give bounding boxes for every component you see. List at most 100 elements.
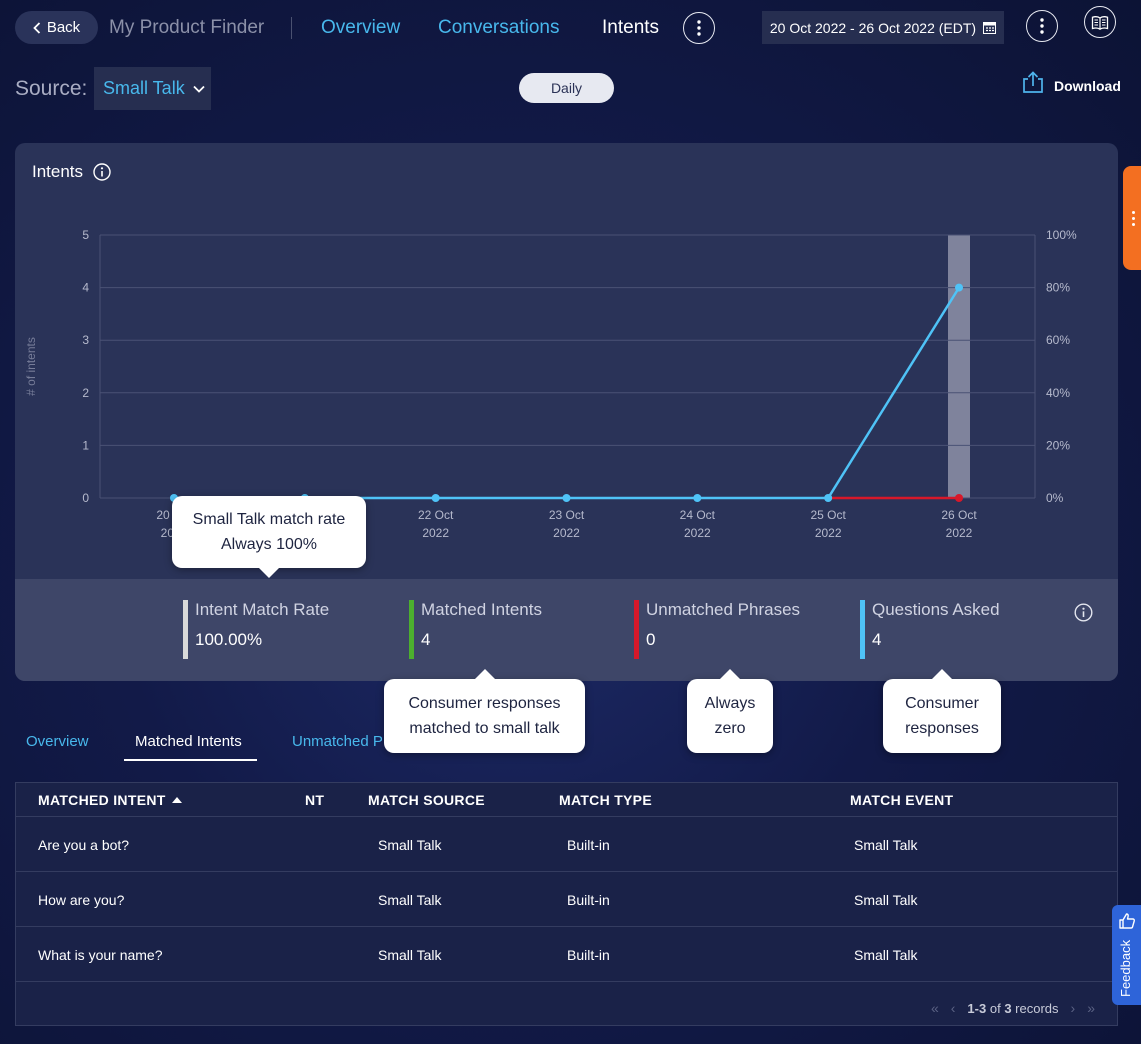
- tab-conversations[interactable]: Conversations: [438, 17, 559, 39]
- y-tick-label: 5: [82, 228, 89, 242]
- data-point-questions: [562, 494, 571, 502]
- date-range-text: 20 Oct 2022 - 26 Oct 2022 (EDT): [769, 19, 977, 36]
- feedback-tab[interactable]: Feedback: [1112, 905, 1141, 1005]
- cell-match-event: Small Talk: [854, 837, 918, 853]
- metric-value: 4: [872, 630, 882, 649]
- cell-match-source: Small Talk: [378, 947, 442, 963]
- x-tick-label: 23 Oct: [549, 508, 585, 522]
- tooltip-questions-asked: Consumer responses: [883, 679, 1001, 753]
- column-header-match-event[interactable]: MATCH EVENT: [850, 792, 953, 808]
- x-tick-label: 2022: [815, 526, 842, 540]
- side-panel-handle[interactable]: [1123, 166, 1141, 270]
- date-range-picker[interactable]: 20 Oct 2022 - 26 Oct 2022 (EDT): [762, 11, 1004, 44]
- tooltip-line: Consumer: [905, 695, 979, 712]
- pager-suffix: records: [1015, 1000, 1059, 1016]
- metric-label: Intent Match Rate: [195, 600, 330, 619]
- data-point-unmatched: [955, 494, 963, 502]
- first-page-icon[interactable]: «: [931, 1000, 939, 1016]
- x-tick-label: 2022: [946, 526, 973, 540]
- back-button[interactable]: Back: [15, 11, 98, 44]
- info-icon[interactable]: [93, 163, 111, 181]
- tooltip-line: Always: [704, 695, 756, 712]
- tooltip-line: zero: [714, 720, 746, 737]
- cell-matched-intent: How are you?: [38, 892, 125, 908]
- next-page-icon[interactable]: ›: [1071, 1000, 1076, 1016]
- y-tick-label: 4: [82, 281, 89, 295]
- x-tick-label: 2022: [553, 526, 580, 540]
- card-title: Intents: [32, 162, 111, 182]
- metric-color-bar: [409, 600, 414, 659]
- cell-matched-intent: Are you a bot?: [38, 837, 130, 853]
- y-axis-label: # of intents: [24, 337, 38, 396]
- y-tick-label: 0: [82, 491, 89, 505]
- pager-of: of: [989, 1000, 1001, 1016]
- metric-color-bar: [860, 600, 865, 659]
- info-icon[interactable]: [1074, 603, 1093, 622]
- page-range: 1-3: [967, 1000, 987, 1016]
- metric-value: 0: [646, 630, 656, 649]
- pagination: « ‹ 1-3 of 3 records › »: [931, 1000, 1095, 1016]
- metric-matched-intents: Matched Intents 4: [409, 600, 542, 659]
- metric-intent-match-rate: Intent Match Rate 100.00%: [183, 600, 330, 659]
- settings-menu-button[interactable]: [1026, 10, 1058, 42]
- subtab-matched-intents[interactable]: Matched Intents: [135, 733, 242, 750]
- metric-color-bar: [183, 600, 188, 659]
- last-page-icon[interactable]: »: [1087, 1000, 1095, 1016]
- subtab-unmatched-phrases[interactable]: Unmatched P: [292, 733, 383, 750]
- kebab-icon: [1040, 18, 1044, 34]
- metric-label: Questions Asked: [872, 600, 1000, 619]
- dot-icon: [1131, 222, 1135, 226]
- tooltip-line: matched to small talk: [409, 720, 560, 737]
- y2-tick-label: 100%: [1046, 228, 1077, 242]
- upload-share-icon: [1023, 71, 1043, 93]
- tooltip-unmatched-phrases: Always zero: [687, 679, 773, 753]
- table-row[interactable]: How are you? Small Talk Built-in Small T…: [16, 872, 1117, 927]
- y-tick-label: 1: [82, 438, 89, 452]
- x-tick-label: 2022: [684, 526, 711, 540]
- feedback-label: Feedback: [1118, 939, 1133, 997]
- column-header-matched-intent[interactable]: MATCHED INTENT: [38, 792, 182, 808]
- data-point-questions: [824, 494, 833, 502]
- calendar-icon: [983, 22, 997, 34]
- dot-icon: [1131, 210, 1135, 214]
- y-tick-label: 2: [82, 386, 89, 400]
- highlight-bar: [948, 235, 970, 498]
- tooltip-line: Consumer responses: [408, 695, 561, 712]
- cell-match-source: Small Talk: [378, 837, 442, 853]
- table-row[interactable]: Are you a bot? Small Talk Built-in Small…: [16, 817, 1117, 872]
- matched-intents-table: MATCHED INTENT NT MATCH SOURCE MATCH TYP…: [15, 782, 1118, 1026]
- download-button[interactable]: Download: [1021, 71, 1121, 94]
- y-tick-label: 3: [82, 333, 89, 347]
- x-tick-label: 24 Oct: [680, 508, 716, 522]
- granularity-toggle[interactable]: Daily: [519, 73, 614, 103]
- table-row[interactable]: What is your name? Small Talk Built-in S…: [16, 927, 1117, 982]
- book-icon: [1091, 15, 1109, 30]
- tab-intents[interactable]: Intents: [602, 17, 659, 39]
- page-total: 3: [1004, 1000, 1012, 1016]
- column-header-match-type[interactable]: MATCH TYPE: [559, 792, 652, 808]
- x-tick-label: 22 Oct: [418, 508, 454, 522]
- subtab-overview[interactable]: Overview: [26, 733, 89, 750]
- more-options-button[interactable]: [683, 12, 715, 44]
- cell-match-type: Built-in: [567, 837, 610, 853]
- cell-match-event: Small Talk: [854, 892, 918, 908]
- thumbs-up-icon: [1119, 913, 1135, 929]
- y2-tick-label: 40%: [1046, 386, 1070, 400]
- cell-match-source: Small Talk: [378, 892, 442, 908]
- tab-overview[interactable]: Overview: [321, 17, 400, 39]
- metric-color-bar: [634, 600, 639, 659]
- column-header-match-source[interactable]: MATCH SOURCE: [368, 792, 485, 808]
- header-divider: [291, 17, 292, 39]
- metric-value: 100.00%: [195, 630, 263, 649]
- source-dropdown[interactable]: Small Talk: [94, 67, 211, 110]
- y2-tick-label: 0%: [1046, 491, 1064, 505]
- source-value: Small Talk: [103, 78, 185, 98]
- sort-ascending-icon: [171, 797, 182, 803]
- metric-label: Unmatched Phrases: [646, 600, 801, 619]
- prev-page-icon[interactable]: ‹: [951, 1000, 956, 1016]
- guide-button[interactable]: [1084, 6, 1116, 38]
- metric-value: 4: [421, 630, 431, 649]
- column-header-nt[interactable]: NT: [305, 792, 324, 808]
- x-tick-label: 25 Oct: [810, 508, 846, 522]
- data-point-questions: [431, 494, 440, 502]
